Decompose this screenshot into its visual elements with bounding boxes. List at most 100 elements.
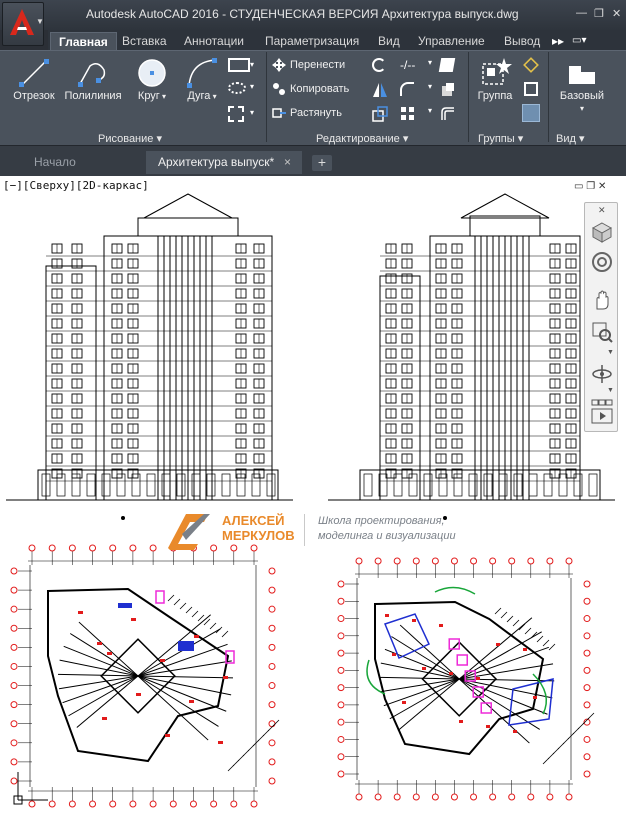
chevron-down-icon[interactable]: ▼ bbox=[607, 349, 614, 356]
move-button[interactable]: Перенести bbox=[272, 58, 345, 72]
arc-button[interactable]: Дуга ▾ bbox=[180, 56, 224, 102]
erase-icon[interactable] bbox=[438, 58, 456, 72]
grid-bubble bbox=[230, 544, 238, 552]
tab-parametric[interactable]: Параметризация bbox=[257, 32, 367, 50]
tab-output[interactable]: Вывод bbox=[496, 32, 548, 50]
group-button[interactable]: Группа bbox=[472, 56, 518, 102]
copy-button[interactable]: Копировать bbox=[272, 82, 349, 96]
region-icon[interactable] bbox=[228, 106, 244, 122]
zoom-icon[interactable] bbox=[591, 321, 613, 343]
grid-bubble bbox=[10, 739, 18, 747]
grid-bubble bbox=[337, 684, 345, 692]
ground-window bbox=[423, 473, 433, 497]
grid-bubble bbox=[565, 793, 573, 801]
fillet-icon[interactable] bbox=[400, 82, 414, 96]
grid-bubble bbox=[48, 800, 56, 808]
tab-manage[interactable]: Управление bbox=[410, 32, 493, 50]
dimension-tag bbox=[131, 618, 136, 621]
grid-bubble bbox=[129, 800, 137, 808]
tab-annotate[interactable]: Аннотации bbox=[176, 32, 252, 50]
ground-window bbox=[206, 473, 216, 497]
close-button[interactable]: ✕ bbox=[612, 7, 621, 20]
dimension-tag bbox=[533, 696, 537, 699]
offset-icon[interactable] bbox=[440, 106, 456, 122]
close-tab-icon[interactable]: × bbox=[284, 151, 291, 174]
polyline-button[interactable]: Полилиния bbox=[60, 56, 126, 102]
pan-hand-icon[interactable] bbox=[591, 289, 613, 311]
grid-bubble bbox=[89, 544, 97, 552]
showmotion-icon[interactable] bbox=[591, 399, 613, 427]
dimension-tag bbox=[97, 642, 102, 645]
grid-bubble bbox=[470, 793, 478, 801]
tab-home[interactable]: Главная bbox=[50, 32, 117, 50]
partition-wall bbox=[458, 617, 533, 680]
stretch-button[interactable]: Растянуть bbox=[272, 106, 342, 120]
application-menu-button[interactable]: ▼ bbox=[2, 2, 44, 46]
tab-start[interactable]: Начало bbox=[22, 151, 140, 174]
tab-view[interactable]: Вид bbox=[370, 32, 408, 50]
grid-bubble bbox=[210, 800, 218, 808]
tab-insert[interactable]: Вставка bbox=[114, 32, 175, 50]
dimension-tick bbox=[494, 607, 502, 615]
window-title: Autodesk AutoCAD 2016 - СТУДЕНЧЕСКАЯ ВЕР… bbox=[86, 7, 519, 21]
dimension-tag bbox=[486, 725, 490, 728]
scale-icon[interactable] bbox=[372, 106, 388, 122]
ground-window bbox=[191, 473, 201, 497]
groups-panel-label[interactable]: Группы ▾ bbox=[478, 132, 523, 145]
grid-bubble bbox=[109, 544, 117, 552]
steering-wheel-icon[interactable] bbox=[591, 251, 613, 273]
wall-green bbox=[434, 586, 476, 595]
partition-wall bbox=[137, 675, 233, 679]
grid-bubble bbox=[527, 557, 535, 565]
view-panel-label[interactable]: Вид ▾ bbox=[556, 132, 584, 145]
grid-bubble bbox=[268, 643, 276, 651]
grid-bubble bbox=[489, 557, 497, 565]
chevron-down-icon[interactable]: ▾ bbox=[428, 106, 432, 115]
grid-bubble bbox=[337, 718, 345, 726]
explode-icon[interactable] bbox=[440, 82, 456, 98]
arc-label: Дуга bbox=[187, 90, 211, 102]
grid-bubble bbox=[10, 682, 18, 690]
trim-icon[interactable]: -/-- bbox=[400, 58, 415, 72]
dimension-tag bbox=[78, 611, 83, 614]
ground-window bbox=[146, 473, 156, 497]
hatch-icon[interactable] bbox=[228, 82, 246, 94]
chevron-down-icon[interactable]: ▼ bbox=[607, 387, 614, 394]
chevron-down-icon[interactable]: ▾ bbox=[250, 108, 254, 117]
drawing-canvas[interactable]: [−][Сверху][2D-каркас] ▭ ❐ ✕ ✕ ▼ ▼ АЛЕКС… bbox=[0, 176, 626, 823]
draw-panel-label[interactable]: Рисование ▾ bbox=[98, 132, 162, 145]
restore-button[interactable]: ❐ bbox=[594, 7, 604, 20]
array-icon[interactable] bbox=[400, 106, 416, 122]
grid-bubble bbox=[337, 735, 345, 743]
close-navbar-icon[interactable]: ✕ bbox=[598, 205, 606, 216]
rotate-icon[interactable] bbox=[372, 58, 386, 72]
rectangle-icon[interactable] bbox=[228, 58, 250, 72]
grid-bubble bbox=[250, 800, 258, 808]
grid-bubble bbox=[10, 701, 18, 709]
group-selection-toggle-icon[interactable] bbox=[522, 104, 540, 122]
dimension-tag bbox=[392, 653, 396, 656]
chevron-down-icon[interactable]: ▾ bbox=[428, 82, 432, 91]
dimension-tick bbox=[185, 606, 193, 614]
mirror-icon[interactable] bbox=[372, 82, 388, 98]
modify-panel-label[interactable]: Редактирование ▾ bbox=[316, 132, 408, 145]
line-icon bbox=[19, 59, 49, 87]
line-button[interactable]: Отрезок bbox=[8, 56, 60, 102]
group-edit-icon[interactable] bbox=[524, 82, 538, 96]
orbit-icon[interactable] bbox=[591, 363, 613, 385]
grid-bubble bbox=[10, 662, 18, 670]
grid-bubble bbox=[508, 793, 516, 801]
chevron-down-icon[interactable]: ▾ bbox=[428, 58, 432, 67]
new-tab-button[interactable]: + bbox=[312, 155, 332, 171]
base-view-button[interactable]: Базовый ▾ bbox=[552, 56, 612, 114]
tab-drawing-architecture[interactable]: Архитектура выпуск* × bbox=[146, 151, 302, 174]
grid-bubble bbox=[10, 586, 18, 594]
chevron-down-icon[interactable]: ▾ bbox=[250, 60, 254, 69]
ribbon-options-icon[interactable]: ▭▾ bbox=[564, 32, 594, 50]
minimize-button[interactable]: — bbox=[576, 7, 587, 19]
viewcube-icon[interactable] bbox=[591, 221, 613, 243]
group-label: Группа bbox=[477, 90, 513, 102]
brand-divider bbox=[304, 514, 305, 546]
circle-button[interactable]: Круг ▾ bbox=[130, 56, 174, 102]
chevron-down-icon[interactable]: ▾ bbox=[250, 82, 254, 91]
